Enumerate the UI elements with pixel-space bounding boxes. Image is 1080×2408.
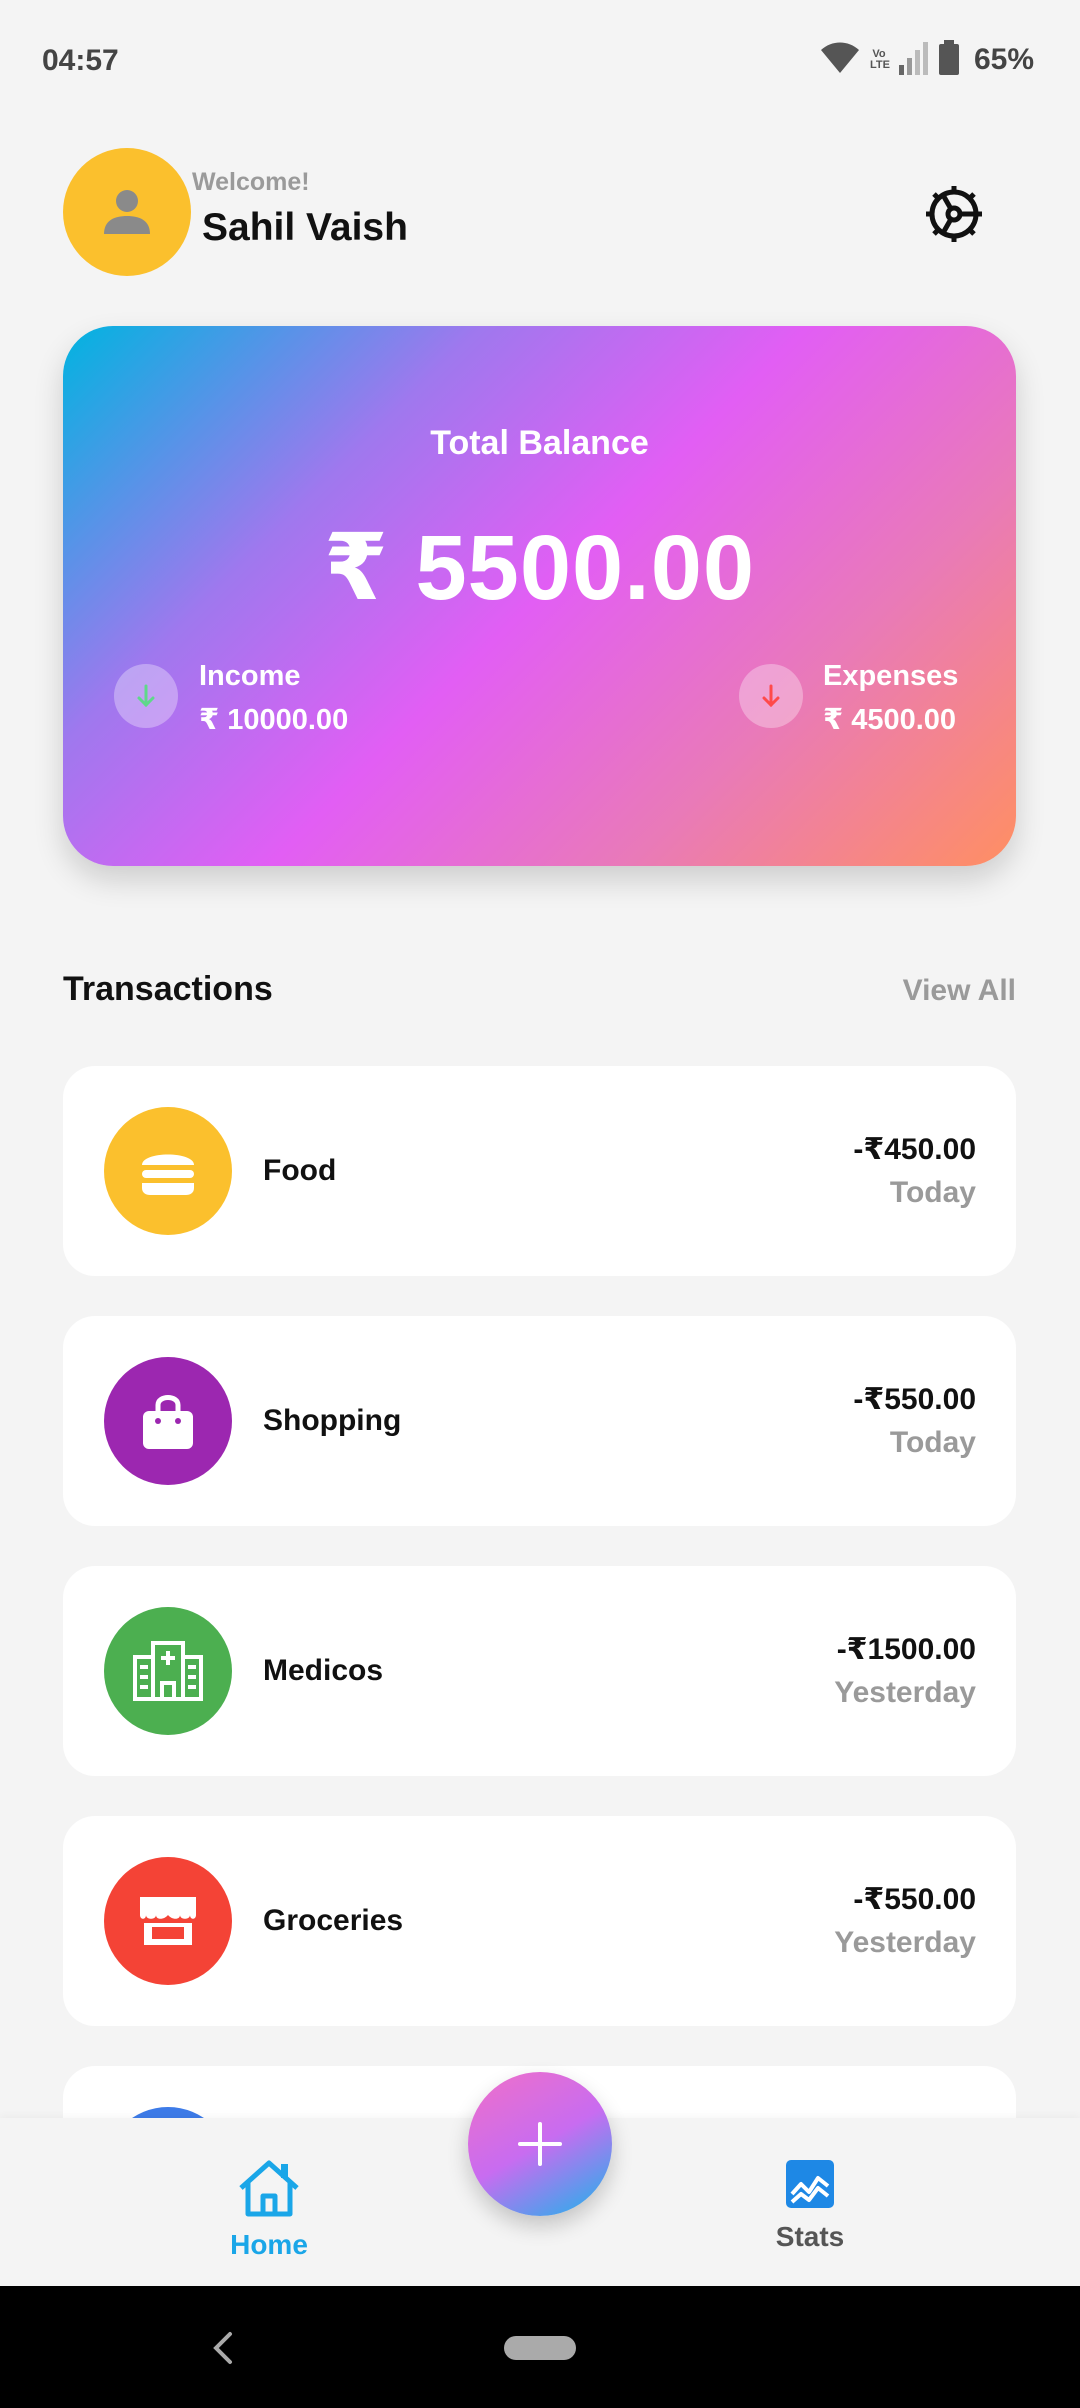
person-icon bbox=[104, 190, 150, 234]
expenses-value: ₹ 4500.00 bbox=[823, 704, 957, 736]
volte-icon: Vo LTE bbox=[869, 48, 890, 71]
income-label: Income bbox=[199, 660, 301, 692]
store-icon bbox=[104, 1857, 232, 1985]
transaction-name: Food bbox=[263, 1154, 337, 1187]
hospital-icon bbox=[104, 1607, 232, 1735]
nav-stats[interactable]: Stats bbox=[720, 2158, 900, 2253]
transaction-item-medicos[interactable]: Medicos -₹1500.00 Yesterday bbox=[63, 1566, 1016, 1776]
system-nav-bar bbox=[0, 2286, 1080, 2408]
transaction-date: Yesterday bbox=[834, 1926, 976, 1959]
transaction-name: Shopping bbox=[263, 1404, 402, 1437]
transaction-name: Groceries bbox=[263, 1904, 404, 1937]
status-time: 04:57 bbox=[42, 44, 119, 77]
burger-icon bbox=[104, 1107, 232, 1235]
nav-stats-label: Stats bbox=[775, 2221, 845, 2252]
welcome-text: Welcome! bbox=[192, 168, 310, 196]
expenses-arrow-icon bbox=[739, 664, 803, 728]
signal-icon bbox=[898, 41, 928, 80]
nav-home-label: Home bbox=[230, 2229, 308, 2260]
settings-button[interactable] bbox=[918, 178, 990, 250]
transaction-amount: -₹550.00 bbox=[853, 1383, 976, 1416]
plus-icon bbox=[518, 2122, 562, 2166]
balance-amount: ₹ 5500.00 bbox=[323, 517, 756, 619]
gear-icon bbox=[926, 186, 982, 242]
shopping-bag-icon bbox=[104, 1357, 232, 1485]
transactions-list[interactable]: Food -₹450.00 Today Shopping -₹550.00 To… bbox=[63, 1066, 1016, 2118]
transaction-item-shopping[interactable]: Shopping -₹550.00 Today bbox=[63, 1316, 1016, 1526]
user-name: Sahil Vaish bbox=[202, 206, 408, 249]
transaction-amount: -₹550.00 bbox=[853, 1883, 976, 1916]
battery-icon bbox=[938, 39, 960, 81]
transaction-date: Yesterday bbox=[834, 1676, 976, 1709]
battery-percent: 65% bbox=[973, 43, 1034, 76]
transaction-item-food[interactable]: Food -₹450.00 Today bbox=[63, 1066, 1016, 1276]
category-icon bbox=[104, 2107, 232, 2118]
transaction-date: Today bbox=[889, 1176, 976, 1209]
back-button[interactable] bbox=[204, 2326, 240, 2370]
status-icons: Vo LTE 65% bbox=[820, 39, 1034, 81]
income-value: ₹ 10000.00 bbox=[199, 704, 349, 736]
avatar[interactable] bbox=[63, 148, 191, 276]
transaction-amount: -₹450.00 bbox=[853, 1133, 976, 1166]
balance-card: Total Balance ₹ 5500.00 Income ₹ 10000.0… bbox=[63, 326, 1016, 866]
nav-home[interactable]: Home bbox=[179, 2158, 359, 2261]
transaction-date: Today bbox=[889, 1426, 976, 1459]
income-arrow-icon bbox=[114, 664, 178, 728]
wifi-icon bbox=[820, 41, 860, 80]
home-icon bbox=[239, 2160, 299, 2217]
expenses-label: Expenses bbox=[823, 660, 959, 692]
transaction-amount: -₹1500.00 bbox=[836, 1633, 976, 1666]
view-all-link[interactable]: View All bbox=[903, 974, 1016, 1008]
back-chevron-icon bbox=[213, 2332, 232, 2364]
add-transaction-button[interactable] bbox=[468, 2072, 612, 2216]
home-pill[interactable] bbox=[504, 2336, 576, 2360]
status-bar: 04:57 Vo LTE 65% bbox=[0, 0, 1080, 120]
transactions-title: Transactions bbox=[63, 970, 273, 1008]
transaction-item-groceries[interactable]: Groceries -₹550.00 Yesterday bbox=[63, 1816, 1016, 2026]
balance-title: Total Balance bbox=[430, 424, 649, 462]
stats-icon bbox=[786, 2160, 834, 2208]
transaction-name: Medicos bbox=[263, 1654, 384, 1687]
